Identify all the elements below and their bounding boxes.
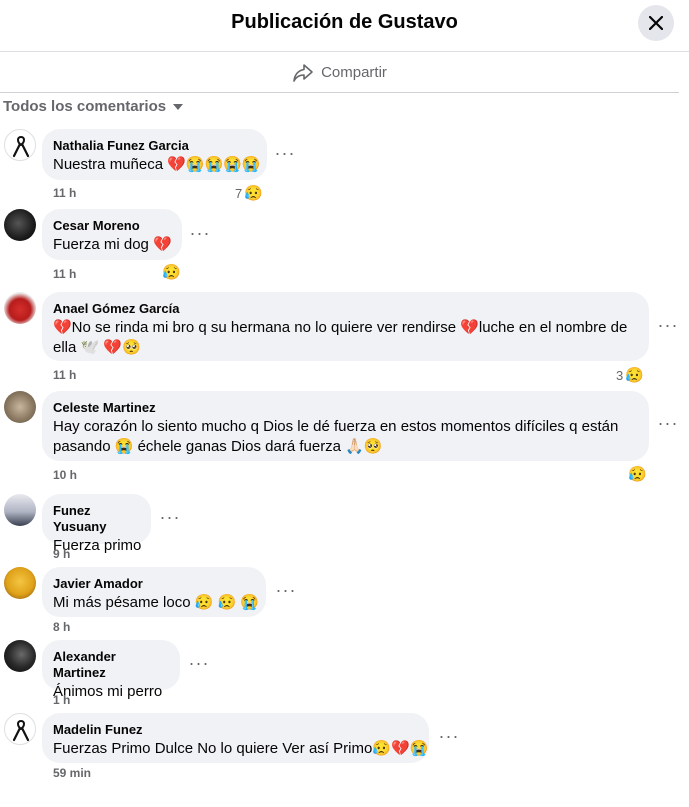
share-button[interactable]: Compartir [0,53,679,93]
comment-filter-dropdown[interactable]: Todos los comentarios [3,98,184,115]
comment-bubble: Alexander Martinez Ánimos mi perro [42,640,180,700]
comment-bubble: Celeste Martinez Hay corazón lo siento m… [42,391,649,461]
avatar[interactable] [4,391,36,423]
avatar[interactable] [4,713,36,745]
comment-bubble: Javier Amador Mi más pésame loco 😥 😥 😭 [42,567,266,617]
avatar[interactable] [4,129,36,161]
comment-bubble: Madelin Funez Fuerzas Primo Dulce No lo … [42,713,429,763]
reaction-summary[interactable]: 7 😥 [235,184,263,202]
comment-author[interactable]: Javier Amador [53,576,254,592]
comment-bubble: Nathalia Funez Garcia Nuestra muñeca 💔😭😭… [42,129,267,180]
dialog-title: Publicación de Gustavo [231,11,458,33]
more-options-icon[interactable]: ··· [656,316,680,339]
comment-author[interactable]: Funez Yusuany [53,503,139,535]
close-icon [649,16,663,30]
more-options-icon[interactable]: ··· [187,654,211,677]
dialog-header: Publicación de Gustavo [0,0,689,52]
more-options-icon[interactable]: ··· [656,414,680,437]
comment-author[interactable]: Nathalia Funez Garcia [53,138,255,154]
comment-author[interactable]: Celeste Martinez [53,400,637,416]
avatar[interactable] [4,567,36,599]
black-ribbon-icon [12,719,30,742]
comment-time[interactable]: 9 h [53,547,70,561]
comment-time[interactable]: 11 h [53,186,76,200]
sad-reaction-icon: 😥 [162,264,181,281]
avatar[interactable] [4,494,36,526]
comment-bubble: Cesar Moreno Fuerza mi dog 💔 [42,209,182,260]
comment-time[interactable]: 10 h [53,468,77,482]
reaction-summary[interactable]: 😥 [628,465,647,483]
comment-text: Fuerzas Primo Dulce No lo quiere Ver así… [53,740,429,757]
caret-down-icon [173,103,184,110]
comment-bubble: Anael Gómez García 💔No se rinda mi bro q… [42,292,649,361]
comment-author[interactable]: Alexander Martinez [53,649,168,681]
comment-time[interactable]: 59 min [53,766,91,780]
reaction-summary[interactable]: 😥 [162,263,181,281]
comment-text: Nuestra muñeca 💔😭😭😭😭 [53,156,261,173]
more-options-icon[interactable]: ··· [273,144,297,167]
comment-time[interactable]: 11 h [53,267,76,281]
comment-author[interactable]: Anael Gómez García [53,301,637,317]
comment-time[interactable]: 11 h [53,368,76,382]
sad-reaction-icon: 😥 [625,367,644,384]
reaction-count: 7 [235,185,243,201]
avatar[interactable] [4,640,36,672]
share-label: Compartir [321,64,387,81]
comment-time[interactable]: 1 h [53,693,70,707]
black-ribbon-icon [12,135,30,158]
more-options-icon[interactable]: ··· [437,727,461,750]
avatar[interactable] [4,292,36,324]
comment-bubble: Funez Yusuany Fuerza primo [42,494,151,554]
comment-text: Fuerza mi dog 💔 [53,236,172,253]
reaction-count: 3 [616,367,624,383]
more-options-icon[interactable]: ··· [188,224,212,247]
sad-reaction-icon: 😥 [628,466,647,483]
comment-author[interactable]: Cesar Moreno [53,218,170,234]
comment-time[interactable]: 8 h [53,620,70,634]
comment-filter-label: Todos los comentarios [3,98,167,115]
close-button[interactable] [638,5,674,41]
comment-text: Mi más pésame loco 😥 😥 😭 [53,594,260,611]
avatar[interactable] [4,209,36,241]
more-options-icon[interactable]: ··· [158,508,182,531]
comment-text: 💔No se rinda mi bro q su hermana no lo q… [53,319,628,356]
sad-reaction-icon: 😥 [244,185,263,202]
comment-text: Hay corazón lo siento mucho q Dios le dé… [53,418,619,455]
comment-author[interactable]: Madelin Funez [53,722,417,738]
more-options-icon[interactable]: ··· [274,581,298,604]
share-icon [293,63,313,82]
reaction-summary[interactable]: 3 😥 [616,366,644,384]
